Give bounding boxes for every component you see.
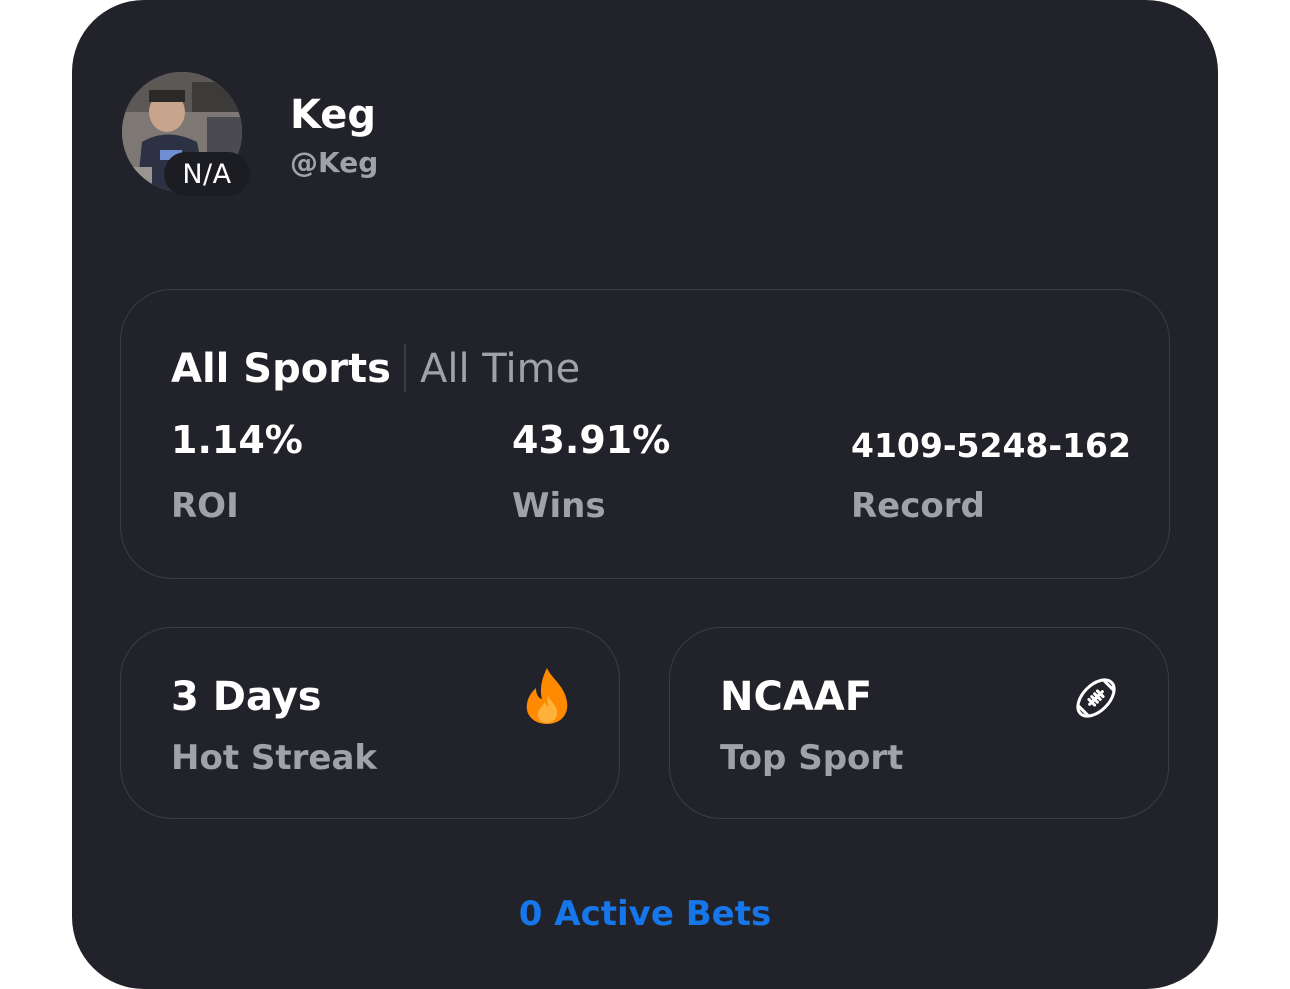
- fire-icon: [521, 666, 573, 726]
- roi-label: ROI: [171, 486, 239, 526]
- hot-streak-card: 3 Days Hot Streak: [120, 627, 620, 819]
- wins-value: 43.91%: [512, 418, 671, 462]
- rank-badge: N/A: [164, 152, 250, 196]
- streak-value: 3 Days: [171, 674, 322, 720]
- streak-label: Hot Streak: [171, 738, 378, 778]
- football-icon: [1070, 672, 1122, 732]
- sport-filter[interactable]: All Sports: [171, 346, 391, 392]
- top-sport-card: NCAAF Top Sport: [669, 627, 1169, 819]
- username: @Keg: [290, 146, 379, 179]
- profile-card: N/A Keg @Keg All Sports All Time 1.14% R…: [72, 0, 1218, 989]
- top-sport-value: NCAAF: [720, 674, 873, 720]
- active-bets-link[interactable]: 0 Active Bets: [72, 894, 1218, 934]
- display-name: Keg: [290, 92, 377, 138]
- record-value: 4109-5248-162: [851, 426, 1131, 465]
- wins-label: Wins: [512, 486, 606, 526]
- record-label: Record: [851, 486, 985, 526]
- stats-panel: All Sports All Time 1.14% ROI 43.91% Win…: [120, 289, 1170, 579]
- top-sport-label: Top Sport: [720, 738, 904, 778]
- time-filter[interactable]: All Time: [420, 346, 580, 392]
- avatar-container[interactable]: N/A: [122, 72, 250, 196]
- roi-value: 1.14%: [171, 418, 303, 462]
- filter-divider: [404, 344, 406, 392]
